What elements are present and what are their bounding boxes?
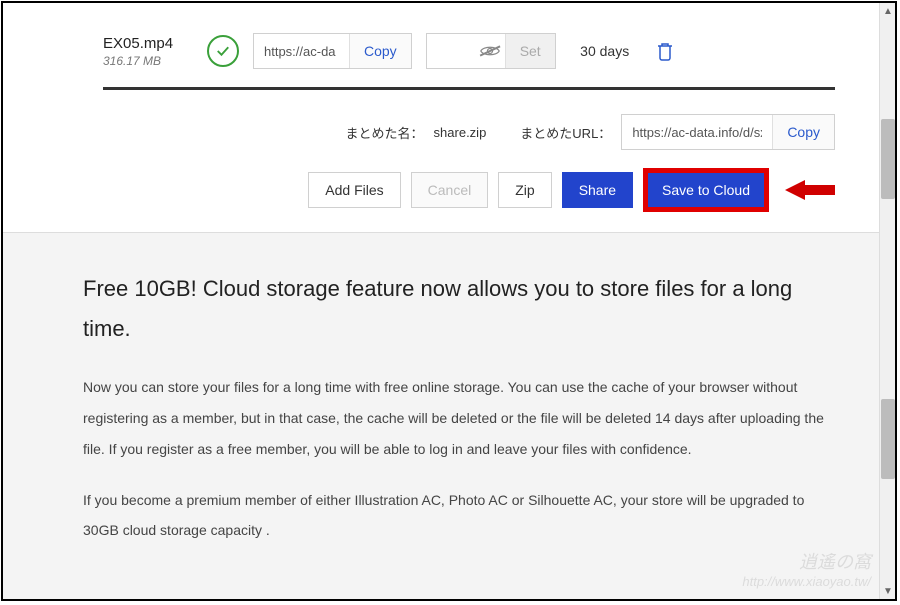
scroll-down-icon[interactable]: ▼ [880,583,896,599]
eye-off-icon[interactable] [475,34,505,68]
outer-scrollbar[interactable]: ▲ ▼ [879,3,895,599]
upload-panel: EX05.mp4 316.17 MB Copy Set 30 days [3,3,895,232]
add-files-button[interactable]: Add Files [308,172,400,208]
password-group: Set [426,33,556,69]
expiry-label: 30 days [570,43,640,59]
zip-button[interactable]: Zip [498,172,551,208]
divider [103,87,835,90]
promo-panel: Free 10GB! Cloud storage feature now all… [3,232,895,601]
bundle-url-label: まとめたURL： [520,123,611,142]
file-row: EX05.mp4 316.17 MB Copy Set 30 days [103,33,835,69]
scrollbar-thumb[interactable] [881,119,895,199]
file-url-group: Copy [253,33,412,69]
bundle-name-value: share.zip [434,125,487,140]
copy-url-button[interactable]: Copy [349,34,411,68]
delete-button[interactable] [654,39,676,63]
password-input[interactable] [427,34,475,68]
cancel-button: Cancel [411,172,489,208]
file-info: EX05.mp4 316.17 MB [103,35,193,68]
scrollbar-thumb[interactable] [881,399,895,479]
file-name: EX05.mp4 [103,35,193,52]
promo-paragraph-2: If you become a premium member of either… [83,485,835,547]
set-password-button[interactable]: Set [505,34,555,68]
scroll-up-icon[interactable]: ▲ [880,3,896,19]
bundle-url-group: Copy [621,114,835,150]
file-size: 316.17 MB [103,54,193,68]
copy-bundle-url-button[interactable]: Copy [772,115,834,149]
action-row: Add Files Cancel Zip Share Save to Cloud [103,168,835,212]
promo-headline: Free 10GB! Cloud storage feature now all… [83,269,835,348]
summary-row: まとめた名： share.zip まとめたURL： Copy [103,114,835,150]
bundle-url-input[interactable] [622,115,772,149]
file-url-input[interactable] [254,34,349,68]
share-button[interactable]: Share [562,172,633,208]
red-arrow-icon [785,178,835,202]
success-check-icon [207,35,239,67]
save-to-cloud-button[interactable]: Save to Cloud [643,168,769,212]
bundle-name-label: まとめた名： [346,123,424,142]
promo-paragraph-1: Now you can store your files for a long … [83,372,835,464]
